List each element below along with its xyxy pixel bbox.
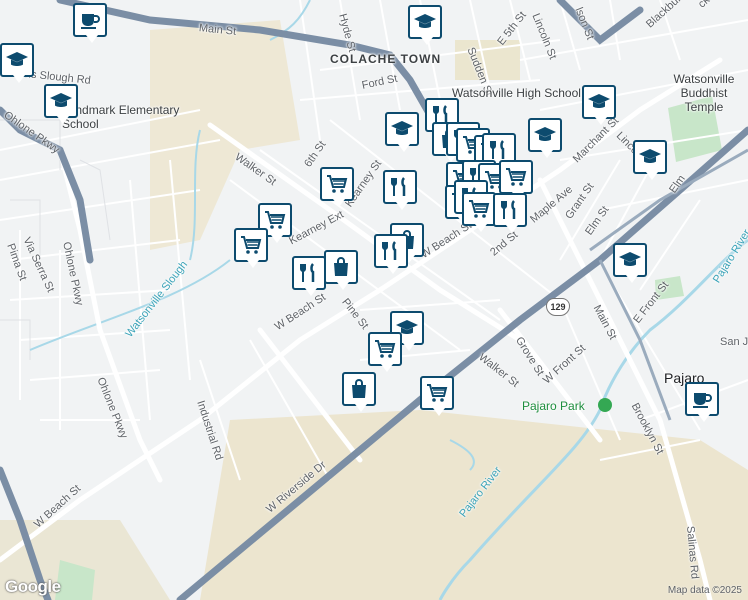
map-canvas[interactable]: Main St Hyde St COLACHE TOWN Sudden St E…	[0, 0, 748, 600]
coffee-cup-icon[interactable]	[685, 382, 719, 422]
fork-knife-icon[interactable]	[493, 193, 527, 233]
shopping-cart-icon[interactable]	[420, 376, 454, 416]
graduation-cap-icon[interactable]	[0, 43, 34, 83]
graduation-cap-icon[interactable]	[44, 84, 78, 124]
park-marker-icon[interactable]	[598, 398, 612, 412]
highway-129-shield: 129	[546, 298, 570, 316]
graduation-cap-icon[interactable]	[408, 5, 442, 45]
shopping-cart-icon[interactable]	[234, 228, 268, 268]
graduation-cap-icon[interactable]	[633, 140, 667, 180]
watsonville-high-label: Watsonville High School	[452, 86, 581, 100]
google-logo: Google	[5, 577, 61, 596]
graduation-cap-icon[interactable]	[613, 243, 647, 283]
colache-town-label: COLACHE TOWN	[330, 52, 442, 66]
map-base-layer	[0, 0, 748, 600]
landmark-school-label: Landmark Elementary School	[62, 103, 180, 131]
graduation-cap-icon[interactable]	[385, 112, 419, 152]
fork-knife-icon[interactable]	[374, 234, 408, 274]
shopping-cart-icon[interactable]	[462, 192, 496, 232]
san-j-label: San J	[720, 336, 748, 348]
map-attribution[interactable]: Map data ©2025	[668, 585, 742, 596]
shopping-cart-icon[interactable]	[499, 160, 533, 200]
shopping-bag-icon[interactable]	[342, 372, 376, 412]
coffee-cup-icon[interactable]	[73, 3, 107, 43]
shopping-cart-icon[interactable]	[368, 332, 402, 372]
shopping-bag-icon[interactable]	[324, 250, 358, 290]
pajaro-park-label: Pajaro Park	[522, 399, 585, 413]
buddhist-temple-label: Watsonville Buddhist Temple	[673, 72, 735, 114]
fork-knife-icon[interactable]	[383, 170, 417, 210]
shopping-cart-icon[interactable]	[320, 167, 354, 207]
graduation-cap-icon[interactable]	[528, 118, 562, 158]
fork-knife-icon[interactable]	[292, 256, 326, 296]
graduation-cap-icon[interactable]	[582, 85, 616, 125]
